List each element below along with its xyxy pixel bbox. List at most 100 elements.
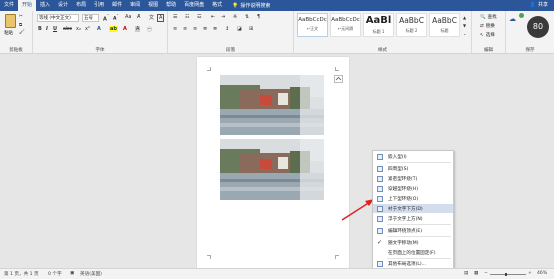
proofing-icon[interactable]: ▣ — [70, 271, 74, 276]
font-color-icon[interactable]: A — [123, 26, 127, 32]
borders-icon[interactable]: ⊞ — [249, 26, 253, 32]
style-name: 标题 1 — [372, 29, 385, 34]
align-left-icon[interactable]: ≡ — [173, 26, 177, 32]
increase-indent-icon[interactable]: ⇥ — [221, 14, 225, 20]
numbering-icon[interactable]: ☷ — [185, 14, 189, 20]
tell-me-search[interactable]: 💡 操作说明搜索 — [232, 2, 270, 10]
page-count[interactable]: 第 1 页，共 1 页 — [4, 271, 39, 277]
tab-file[interactable]: 文件 — [0, 0, 18, 11]
tab-references[interactable]: 引用 — [90, 0, 108, 11]
distributed-icon[interactable]: ≣ — [213, 26, 217, 32]
copy-icon[interactable]: ⧉ — [19, 22, 22, 28]
phonetic-guide-icon[interactable]: 文 — [149, 14, 154, 21]
clear-format-icon[interactable]: A̸ — [137, 14, 140, 20]
select-button[interactable]: ↖ 选择 — [480, 32, 495, 39]
zoom-out-icon[interactable]: − — [484, 271, 488, 276]
tab-review[interactable]: 审阅 — [126, 0, 144, 11]
language[interactable]: 英语(美国) — [80, 271, 102, 277]
styles-scroll-up-icon[interactable]: ▲ — [463, 15, 466, 20]
font-name-select[interactable]: 等线 (中文正文) — [37, 14, 79, 22]
style-no-spacing[interactable]: AaBbCcDc ↵无间隔 — [330, 13, 361, 37]
paragraph-group-label: 段落 — [226, 48, 235, 53]
char-border-icon[interactable]: A — [157, 14, 165, 22]
enclose-char-icon[interactable]: ㊀ — [147, 26, 152, 33]
multilevel-list-icon[interactable]: ☲ — [197, 14, 201, 20]
document-canvas[interactable] — [0, 54, 554, 269]
tab-view[interactable]: 视图 — [144, 0, 162, 11]
share-button[interactable]: 👤 共享 — [530, 0, 548, 11]
styles-more-icon[interactable]: ⌄ — [463, 31, 466, 36]
line-spacing-icon[interactable]: ↕ — [225, 26, 229, 32]
char-shading-icon[interactable]: A — [135, 26, 141, 32]
tab-help[interactable]: 帮助 — [162, 0, 180, 11]
menu-item-square[interactable]: 四周型(S) — [373, 164, 453, 173]
show-marks-icon[interactable]: ¶ — [257, 14, 260, 20]
style-heading-1[interactable]: AaBl 标题 1 — [363, 13, 394, 37]
cut-icon[interactable]: ✂ — [19, 14, 23, 19]
zoom-slider[interactable] — [490, 273, 526, 276]
zoom-level[interactable]: 46% — [537, 271, 547, 276]
style-normal[interactable]: AaBbCcDc ↵正文 — [297, 13, 328, 37]
shrink-font-icon[interactable]: Aˇ — [113, 14, 118, 22]
menu-item-label: 编辑环绕顶点(E) — [388, 228, 423, 234]
save-to-cloud-icon[interactable]: ☁ — [509, 15, 516, 23]
menu-item-fix-position[interactable]: 在页面上的位置固定(F) — [373, 248, 453, 257]
read-mode-icon[interactable]: ▤ — [464, 271, 468, 276]
text-effects-icon[interactable]: A — [97, 26, 101, 32]
shading-icon[interactable]: ◪ — [237, 26, 242, 32]
paste-button-label[interactable]: 粘贴 — [4, 30, 13, 36]
underline-icon[interactable]: U — [53, 26, 57, 32]
menu-item-through[interactable]: 穿越型环绕(H) — [373, 184, 453, 193]
grow-font-icon[interactable]: Aˆ — [103, 14, 109, 23]
style-title[interactable]: AaBbC 标题 — [429, 13, 460, 37]
find-button[interactable]: 🔍 查找 — [480, 14, 497, 21]
font-size-select[interactable]: 五号 — [82, 14, 99, 22]
menu-item-behind-text[interactable]: 衬于文字下方(D) — [373, 204, 453, 213]
tab-insert[interactable]: 插入 — [36, 0, 54, 11]
document-page[interactable] — [197, 57, 349, 269]
menu-item-in-front[interactable]: 浮于文字上方(N) — [373, 214, 453, 223]
word-count[interactable]: 0 个字 — [48, 271, 62, 277]
paste-icon[interactable] — [5, 14, 16, 28]
format-painter-icon[interactable]: 🖌 — [19, 30, 25, 35]
superscript-icon[interactable]: x² — [85, 26, 90, 32]
italic-icon[interactable]: I — [46, 26, 48, 32]
styles-scroll-down-icon[interactable]: ▼ — [463, 23, 466, 28]
menu-item-label: 穿越型环绕(H) — [388, 186, 419, 192]
picture-village-1[interactable] — [220, 75, 324, 135]
menu-item-edit-points[interactable]: 编辑环绕顶点(E) — [373, 226, 453, 235]
menu-item-move-with-text[interactable]: ✓ 随文字移动(M) — [373, 238, 453, 247]
tab-baidu-netdisk[interactable]: 百度网盘 — [180, 0, 208, 11]
top-bottom-icon — [377, 195, 383, 202]
chinese-layout-icon[interactable]: ※ — [233, 14, 237, 20]
menu-separator — [387, 162, 451, 163]
tab-mailings[interactable]: 邮件 — [108, 0, 126, 11]
menu-item-tight[interactable]: 紧密型环绕(T) — [373, 174, 453, 183]
menu-item-more-layout[interactable]: 其他布局选项(L)... — [373, 259, 453, 268]
tab-home[interactable]: 开始 — [18, 0, 37, 11]
highlight-icon[interactable]: ab — [109, 26, 118, 32]
justify-icon[interactable]: ≣ — [203, 26, 207, 32]
tab-design[interactable]: 设计 — [54, 0, 72, 11]
align-center-icon[interactable]: ≡ — [183, 26, 187, 32]
zoom-in-icon[interactable]: + — [528, 271, 532, 276]
margin-corner-mark — [207, 255, 211, 259]
align-right-icon[interactable]: ≡ — [193, 26, 197, 32]
style-sample: AaBl — [365, 15, 392, 26]
menu-item-top-bottom[interactable]: 上下型环绕(O) — [373, 194, 453, 203]
sort-icon[interactable]: ⇅ — [245, 14, 249, 20]
bullets-icon[interactable]: ☰ — [173, 14, 177, 20]
print-layout-icon[interactable]: ▦ — [474, 271, 478, 276]
menu-item-inline[interactable]: 嵌入型(I) — [373, 152, 453, 161]
subscript-icon[interactable]: x₂ — [76, 26, 81, 32]
tab-layout[interactable]: 布局 — [72, 0, 90, 11]
tab-format[interactable]: 格式 — [208, 0, 226, 11]
strikethrough-icon[interactable]: abc — [63, 26, 72, 32]
bold-icon[interactable]: B — [38, 26, 42, 32]
style-heading-2[interactable]: AaBbC 标题 2 — [396, 13, 427, 37]
layout-options-button[interactable] — [334, 75, 343, 83]
picture-village-2[interactable] — [220, 139, 324, 200]
change-case-icon[interactable]: Aa — [125, 14, 131, 20]
replace-button[interactable]: ⇄ 替换 — [480, 23, 495, 30]
decrease-indent-icon[interactable]: ⇤ — [211, 14, 215, 20]
